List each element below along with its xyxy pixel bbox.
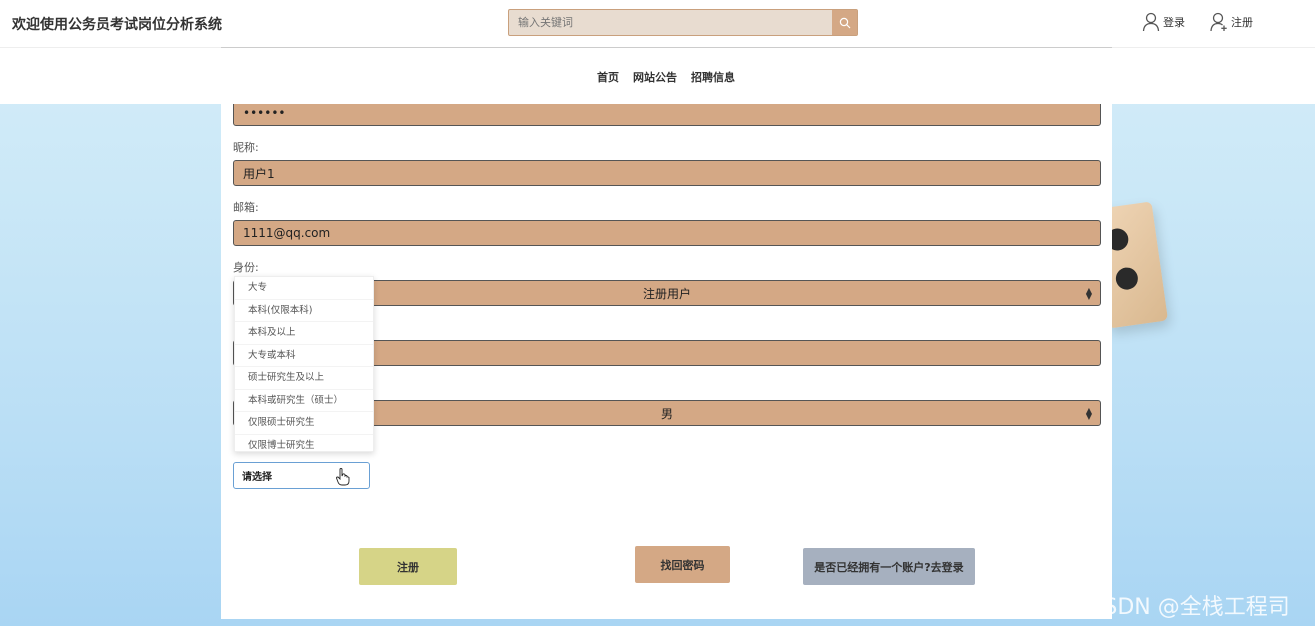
search-icon	[839, 17, 850, 28]
recover-password-button[interactable]: 找回密码	[635, 546, 730, 583]
watermark: CSDN @全栈工程司	[1088, 595, 1290, 620]
add-user-icon	[1210, 12, 1227, 32]
dropdown-option[interactable]: 硕士研究生及以上	[235, 367, 373, 390]
nickname-field[interactable]: 用户1	[233, 160, 1101, 186]
dropdown-option[interactable]: 仅限博士研究生	[235, 435, 373, 452]
select-arrows-icon: ▲ ▼	[1085, 286, 1092, 301]
gender-value: 男	[660, 406, 673, 421]
register-button[interactable]: 注册	[359, 548, 457, 585]
dropdown-option[interactable]: 本科及以上	[235, 322, 373, 345]
search-input[interactable]	[509, 10, 832, 35]
search-box	[508, 9, 858, 36]
role-label: 身份:	[233, 261, 259, 274]
register-label: 注册	[1231, 16, 1253, 29]
top-bar: 欢迎使用公务员考试岗位分析系统 登录 注册	[0, 0, 1315, 48]
nav-item-announcements[interactable]: 网站公告	[633, 69, 677, 85]
select-arrows-icon: ▲ ▼	[1085, 406, 1092, 421]
dropdown-option[interactable]: 仅限硕士研究生	[235, 412, 373, 435]
dropdown-option[interactable]: 大专或本科	[235, 345, 373, 367]
main-nav: 首页 网站公告 招聘信息	[0, 48, 1315, 104]
email-value: 1111@qq.com	[243, 226, 331, 240]
hand-cursor-icon	[336, 468, 350, 486]
education-select-value: 请选择	[242, 472, 272, 483]
site-title: 欢迎使用公务员考试岗位分析系统	[12, 17, 222, 33]
nav-item-home[interactable]: 首页	[597, 69, 619, 85]
user-icon	[1142, 12, 1160, 32]
email-field[interactable]: 1111@qq.com	[233, 220, 1101, 246]
email-label: 邮箱:	[233, 201, 259, 214]
dropdown-option[interactable]: 本科(仅限本科)	[235, 300, 373, 322]
search-button[interactable]	[832, 10, 857, 35]
role-value: 注册用户	[642, 286, 691, 301]
register-link[interactable]: 注册	[1210, 11, 1253, 33]
login-link[interactable]: 登录	[1142, 11, 1185, 33]
login-label: 登录	[1163, 16, 1185, 29]
nickname-label: 昵称:	[233, 141, 259, 154]
nav-item-jobs[interactable]: 招聘信息	[691, 69, 735, 85]
education-dropdown[interactable]: 大专 本科(仅限本科) 本科及以上 大专或本科 硕士研究生及以上 本科或研究生（…	[234, 276, 374, 452]
nickname-value: 用户1	[243, 166, 275, 181]
password-value: ••••••	[243, 106, 286, 120]
go-login-button[interactable]: 是否已经拥有一个账户?去登录	[803, 548, 975, 585]
dropdown-option[interactable]: 大专	[235, 277, 373, 300]
dropdown-option[interactable]: 本科或研究生（硕士）	[235, 390, 373, 412]
